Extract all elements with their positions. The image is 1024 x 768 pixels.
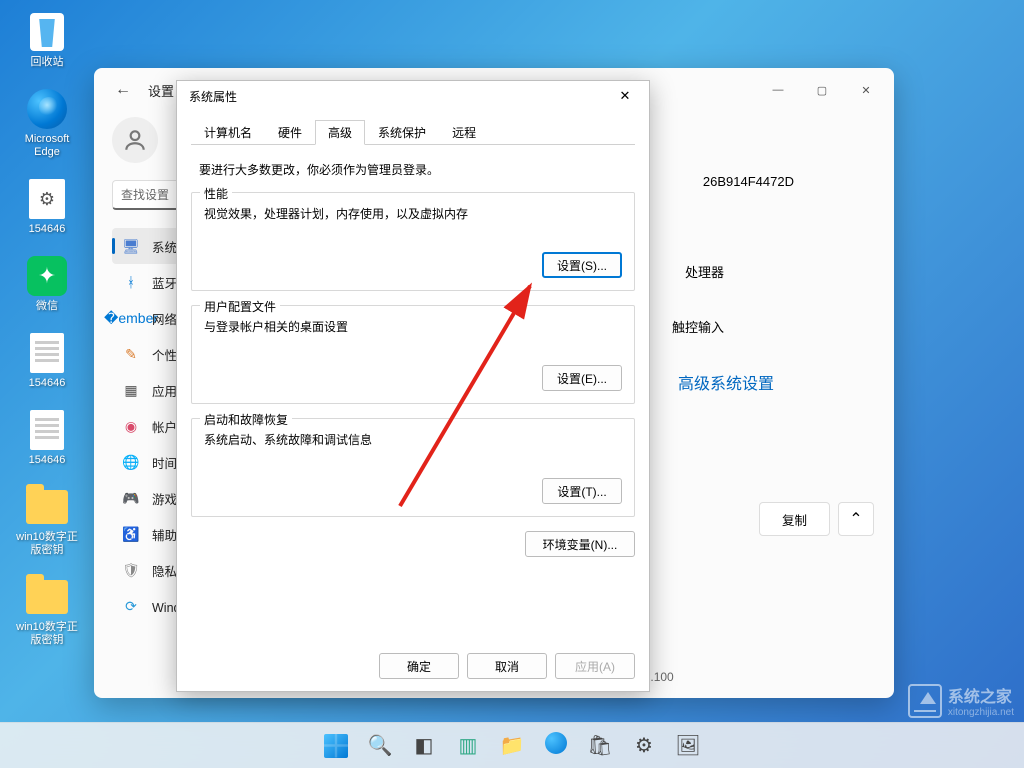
admin-note: 要进行大多数更改，你必须作为管理员登录。 (191, 157, 635, 192)
back-button[interactable]: ← (108, 75, 138, 105)
performance-group: 性能 视觉效果，处理器计划，内存使用，以及虚拟内存 设置(S)... (191, 192, 635, 291)
settings-file-icon: ⚙ (29, 179, 65, 219)
minimize-button[interactable]: — (756, 75, 800, 105)
taskbar: 🔍 ◧ ▥ 📁 🛍 ⚙ 🖼 (0, 722, 1024, 768)
cancel-button[interactable]: 取消 (467, 653, 547, 679)
tab-hardware[interactable]: 硬件 (265, 120, 315, 145)
desktop-icon-file-2[interactable]: 154646 (12, 331, 82, 390)
advanced-system-settings-link[interactable]: 高级系统设置 (678, 370, 774, 394)
folder-icon (26, 580, 68, 614)
shield-icon: 🛡 (122, 561, 140, 579)
desktop-icon-wechat[interactable]: ✦微信 (12, 254, 82, 313)
search-icon: 🔍 (368, 733, 393, 758)
apply-button[interactable]: 应用(A) (555, 653, 635, 679)
update-icon: ⟳ (122, 597, 140, 615)
taskbar-settings[interactable]: ⚙ (624, 726, 664, 766)
tab-strip: 计算机名 硬件 高级 系统保护 远程 (191, 119, 635, 145)
start-button[interactable] (316, 726, 356, 766)
edge-icon (27, 89, 67, 129)
performance-settings-button[interactable]: 设置(S)... (542, 252, 622, 278)
desktop-icon-file-3[interactable]: 154646 (12, 408, 82, 467)
taskbar-widgets[interactable]: ▥ (448, 726, 488, 766)
ok-button[interactable]: 确定 (379, 653, 459, 679)
accessibility-icon: ♿ (122, 525, 140, 543)
performance-title: 性能 (200, 185, 232, 202)
clock-icon: 🌐 (122, 453, 140, 471)
widgets-icon: ▥ (459, 733, 478, 758)
performance-desc: 视觉效果，处理器计划，内存使用，以及虚拟内存 (204, 205, 622, 222)
tab-system-protection[interactable]: 系统保护 (365, 120, 439, 145)
watermark-icon (908, 684, 942, 718)
taskbar-store[interactable]: 🛍 (580, 726, 620, 766)
startup-recovery-title: 启动和故障恢复 (200, 411, 292, 428)
gaming-icon: 🎮 (122, 489, 140, 507)
startup-recovery-group: 启动和故障恢复 系统启动、系统故障和调试信息 设置(T)... (191, 418, 635, 517)
desktop-icon-folder-2[interactable]: win10数字正版密钥 (12, 575, 82, 647)
environment-variables-button[interactable]: 环境变量(N)... (525, 531, 635, 557)
desktop-icon-edge[interactable]: Microsoft Edge (12, 87, 82, 159)
expand-button[interactable]: ⌃ (838, 502, 874, 536)
touch-label: 触控输入 (672, 317, 724, 336)
recycle-bin-icon (30, 13, 64, 51)
settings-icon: ⚙ (635, 733, 653, 758)
taskbar-search[interactable]: 🔍 (360, 726, 400, 766)
taskbar-explorer[interactable]: 📁 (492, 726, 532, 766)
account-icon: ◉ (122, 417, 140, 435)
startup-recovery-desc: 系统启动、系统故障和调试信息 (204, 431, 622, 448)
watermark: 系统之家 xitongzhijia.net (908, 683, 1014, 718)
processor-label: 处理器 (685, 262, 724, 281)
startup-recovery-settings-button[interactable]: 设置(T)... (542, 478, 622, 504)
user-profiles-desc: 与登录帐户相关的桌面设置 (204, 318, 622, 335)
maximize-button[interactable]: ▢ (800, 75, 844, 105)
user-profiles-settings-button[interactable]: 设置(E)... (542, 365, 622, 391)
taskbar-taskview[interactable]: ◧ (404, 726, 444, 766)
copy-button[interactable]: 复制 (759, 502, 830, 536)
tab-computer-name[interactable]: 计算机名 (191, 120, 265, 145)
brush-icon: ✎ (122, 345, 140, 363)
taskview-icon: ◧ (415, 733, 434, 758)
start-icon (324, 734, 348, 758)
taskbar-edge[interactable] (536, 726, 576, 766)
desktop-icon-file-1[interactable]: ⚙154646 (12, 177, 82, 236)
folder-icon (26, 490, 68, 524)
apps-icon: ▦ (122, 381, 140, 399)
close-button[interactable]: ✕ (844, 75, 888, 105)
settings-title: 设置 (148, 81, 174, 100)
explorer-icon: 📁 (500, 733, 525, 758)
dialog-title: 系统属性 (189, 88, 237, 105)
wifi-icon: �ember (122, 309, 140, 327)
text-file-icon (30, 410, 64, 450)
desktop-icon-folder-1[interactable]: win10数字正版密钥 (12, 485, 82, 557)
system-properties-dialog: 系统属性 ✕ 计算机名 硬件 高级 系统保护 远程 要进行大多数更改，你必须作为… (176, 80, 650, 692)
wechat-icon: ✦ (27, 256, 67, 296)
device-id-value: 26B914F4472D (703, 174, 794, 189)
taskbar-app[interactable]: 🖼 (668, 726, 708, 766)
system-icon: 🖥 (122, 237, 140, 255)
avatar-icon (112, 117, 158, 163)
user-profiles-title: 用户配置文件 (200, 298, 280, 315)
tab-advanced[interactable]: 高级 (315, 120, 365, 145)
store-icon: 🛍 (587, 733, 612, 758)
desktop-icon-recycle-bin[interactable]: 回收站 (12, 10, 82, 69)
bluetooth-icon: ᚼ (122, 273, 140, 291)
edge-icon (545, 732, 567, 760)
user-profiles-group: 用户配置文件 与登录帐户相关的桌面设置 设置(E)... (191, 305, 635, 404)
text-file-icon (30, 333, 64, 373)
app-icon: 🖼 (675, 733, 700, 758)
tab-remote[interactable]: 远程 (439, 120, 489, 145)
dialog-close-button[interactable]: ✕ (605, 83, 645, 109)
